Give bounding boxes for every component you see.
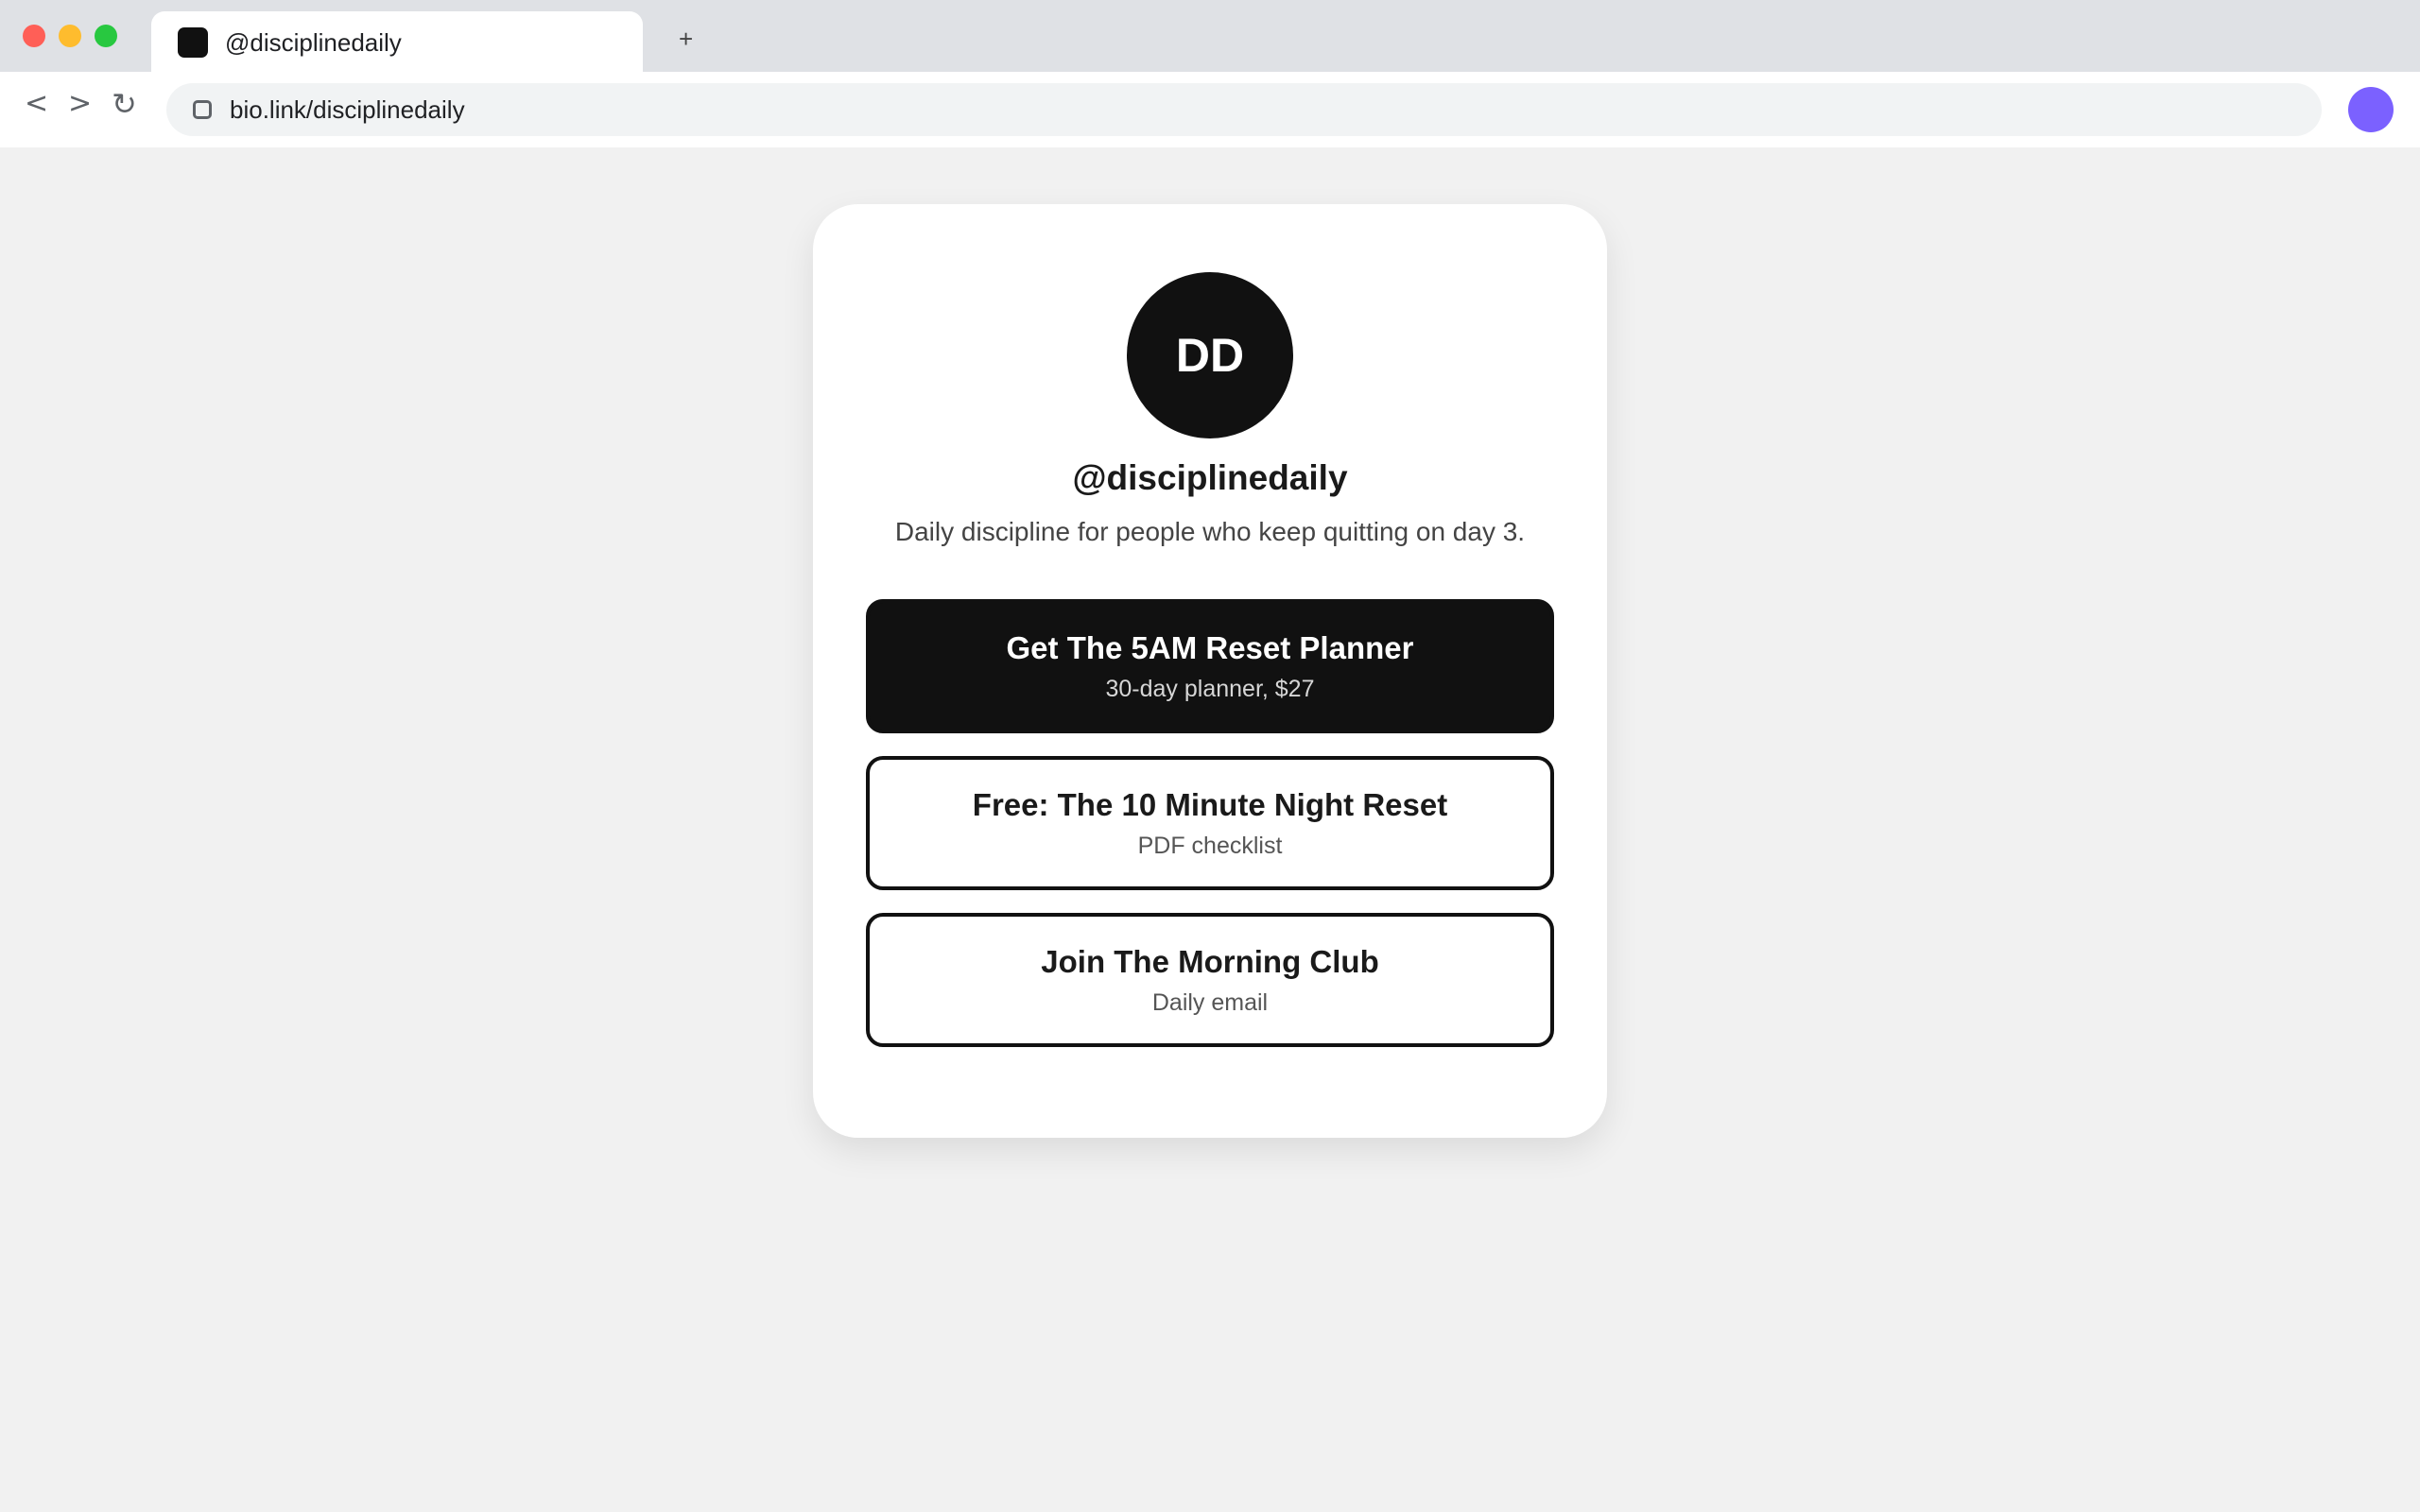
profile-handle: @disciplinedaily (1072, 458, 1348, 497)
avatar: DD (1127, 272, 1293, 438)
url-text[interactable]: bio.link/disciplinedaily (230, 95, 465, 124)
link-subtitle: 30-day planner, $27 (1105, 676, 1315, 702)
favicon-icon (178, 27, 208, 58)
new-tab-button[interactable]: + (679, 25, 693, 53)
site-info-icon[interactable] (193, 100, 212, 119)
profile-card: DD @disciplinedaily Daily discipline for… (813, 204, 1607, 1138)
link-title: Get The 5AM Reset Planner (1006, 630, 1414, 665)
active-tab[interactable]: @disciplinedaily (151, 11, 643, 72)
tab-title: @disciplinedaily (225, 28, 402, 57)
planner-link-button[interactable]: Get The 5AM Reset Planner 30-day planner… (866, 599, 1554, 733)
profile-avatar[interactable] (2348, 87, 2394, 132)
close-window-button[interactable] (23, 25, 45, 47)
back-button[interactable]: < (25, 87, 48, 121)
profile-bio: Daily discipline for people who keep qui… (894, 517, 1526, 546)
link-title: Join The Morning Club (1041, 944, 1379, 979)
morning-club-link-button[interactable]: Join The Morning Club Daily email (866, 913, 1554, 1047)
forward-button[interactable]: > (68, 87, 92, 121)
minimize-window-button[interactable] (59, 25, 81, 47)
night-reset-link-button[interactable]: Free: The 10 Minute Night Reset PDF chec… (866, 756, 1554, 890)
tab-bar: @disciplinedaily + (0, 0, 2420, 72)
browser-toolbar: < > ↻ bio.link/disciplinedaily (0, 72, 2420, 147)
link-subtitle: PDF checklist (1137, 833, 1283, 859)
link-title: Free: The 10 Minute Night Reset (972, 787, 1448, 822)
address-bar[interactable]: bio.link/disciplinedaily (166, 83, 2322, 136)
maximize-window-button[interactable] (95, 25, 117, 47)
reload-button[interactable]: ↻ (112, 87, 137, 121)
link-subtitle: Daily email (1151, 989, 1269, 1016)
